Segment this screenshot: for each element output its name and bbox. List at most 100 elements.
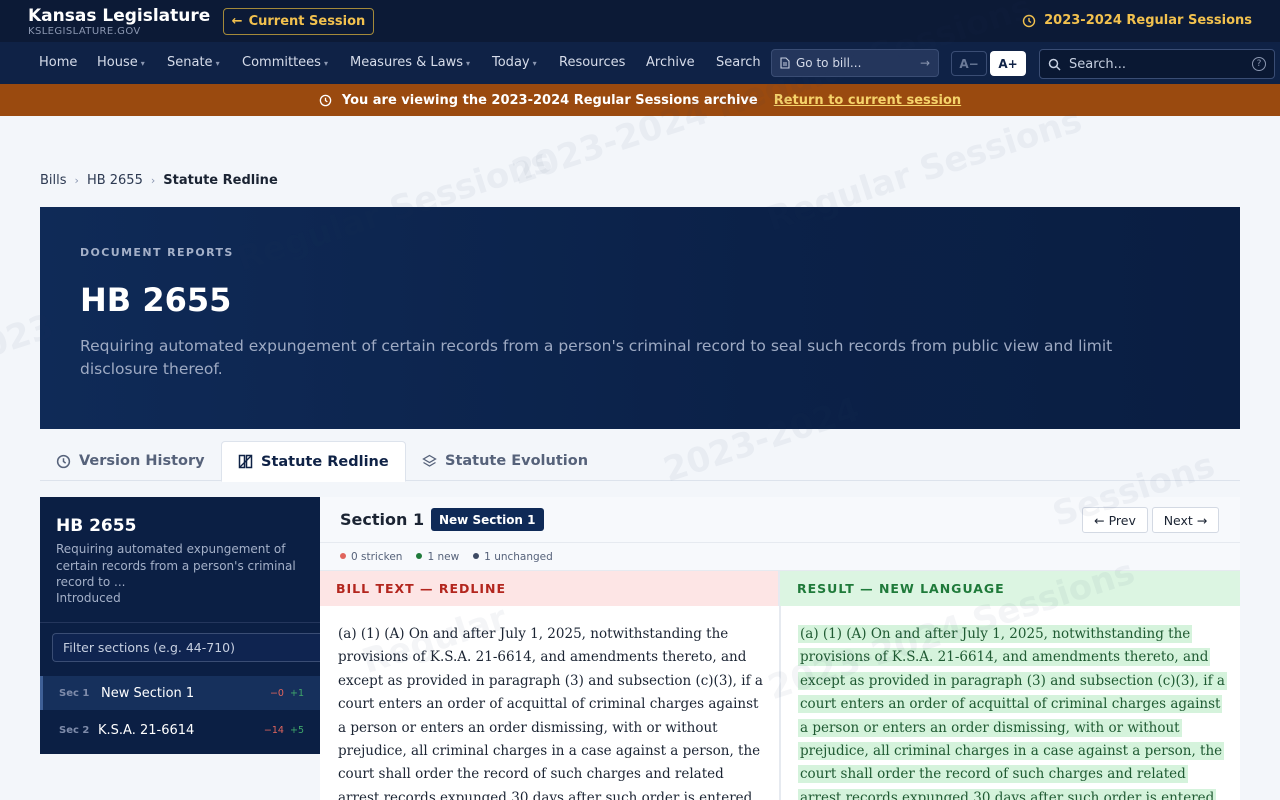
section-header: Section 1 New Section 1 ← Prev Next → (320, 497, 1240, 543)
nav-label: Measures & Laws (350, 55, 464, 70)
archive-message: You are viewing the 2023-2024 Regular Se… (341, 92, 758, 108)
prev-section-button[interactable]: ← Prev (1082, 507, 1148, 533)
nav-house[interactable]: House ▾ (97, 42, 145, 84)
breadcrumb-current: Statute Redline (163, 173, 278, 188)
stricken-dot-icon (340, 552, 346, 559)
stat-unchanged: 1 unchanged (473, 551, 553, 563)
hero-kicker: DOCUMENT REPORTS (80, 246, 234, 259)
nav-archive[interactable]: Archive (646, 42, 695, 84)
session-indicator[interactable]: 2023-2024 Regular Sessions (1022, 13, 1252, 28)
result-text-body: (a) (1) (A) On and after July 1, 2025, n… (798, 623, 1228, 800)
brand-subtitle: KSLEGISLATURE.GOV (28, 26, 141, 37)
filter-placeholder: Filter sections (e.g. 44-710) (63, 640, 236, 655)
session-label: 2023-2024 Regular Sessions (1044, 13, 1252, 28)
document-icon (780, 57, 790, 69)
stat-new: 1 new (416, 551, 459, 563)
nav-today[interactable]: Today ▾ (492, 42, 537, 84)
section-label: New Section 1 (101, 685, 195, 701)
history-icon (319, 94, 332, 106)
bill-description: Requiring automated expungement of certa… (80, 337, 1113, 378)
caret-down-icon: ▾ (215, 59, 220, 68)
current-session-button[interactable]: ← Current Session (223, 8, 374, 35)
added-count: +1 (289, 687, 304, 699)
nav-committees[interactable]: Committees ▾ (242, 42, 328, 84)
breadcrumb-bills[interactable]: Bills (40, 173, 67, 188)
change-stats: 0 stricken 1 new 1 unchanged (320, 543, 1240, 571)
nav-home[interactable]: Home (39, 42, 77, 84)
layers-icon (422, 454, 437, 467)
nav-search[interactable]: Search (716, 42, 761, 84)
tab-label: Statute Redline (261, 453, 389, 470)
result-header: RESULT — NEW LANGUAGE (780, 571, 1240, 606)
sidebar-item-sec-1[interactable]: Sec 1 New Section 1 −0 +1 (40, 676, 320, 710)
stat-stricken: 0 stricken (340, 551, 402, 563)
redline-panel: Section 1 New Section 1 ← Prev Next → 0 … (320, 497, 1240, 800)
breadcrumb: Bills › HB 2655 › Statute Redline (40, 173, 278, 188)
arrow-left-icon: ← (231, 14, 243, 29)
bill-text-header: BILL TEXT — REDLINE (320, 571, 780, 606)
search-icon (1048, 58, 1061, 71)
nav-senate[interactable]: Senate ▾ (167, 42, 220, 84)
next-section-button[interactable]: Next → (1152, 507, 1219, 533)
sidebar-item-sec-2[interactable]: Sec 2 K.S.A. 21-6614 −14 +5 (40, 713, 320, 747)
return-current-session-link[interactable]: Return to current session (774, 93, 961, 108)
tab-label: Version History (79, 453, 205, 469)
tab-label: Statute Evolution (445, 453, 589, 469)
stat-label: 0 stricken (351, 550, 403, 563)
sidebar-divider (40, 622, 320, 623)
section-badge: New Section 1 (431, 508, 544, 531)
stricken-count: −14 (263, 724, 284, 736)
stat-label: 1 new (427, 550, 460, 563)
tab-version-history[interactable]: Version History (56, 441, 205, 481)
stricken-count: −0 (269, 687, 284, 699)
history-icon (1022, 14, 1036, 27)
sidebar-bill-title: HB 2655 (56, 516, 137, 536)
nav-label: Search (716, 55, 761, 70)
archive-banner: You are viewing the 2023-2024 Regular Se… (0, 84, 1280, 116)
nav-label: House (97, 55, 138, 70)
sidebar-bill-description: Requiring automated expungement of certa… (56, 542, 296, 589)
nav-resources[interactable]: Resources (559, 42, 625, 84)
added-count: +5 (289, 724, 304, 736)
top-bar: Kansas Legislature KSLEGISLATURE.GOV ← C… (0, 0, 1280, 42)
main-nav: Home House ▾ Senate ▾ Committees ▾ Measures… (0, 42, 1280, 84)
chevron-right-icon: › (150, 174, 156, 187)
page-title: HB 2655 (80, 281, 232, 319)
caret-down-icon: ▾ (323, 59, 328, 68)
section-filter-input[interactable]: Filter sections (e.g. 44-710) (52, 633, 320, 662)
arrow-right-icon[interactable]: → (920, 56, 930, 70)
caret-down-icon: ▾ (140, 59, 145, 68)
section-number: Sec 2 (59, 724, 90, 736)
new-language-highlight: (a) (1) (A) On and after July 1, 2025, n… (798, 625, 1227, 800)
nav-label: Today (492, 55, 530, 70)
sidebar-bill-status: Introduced (56, 591, 121, 605)
section-sidebar: HB 2655 Requiring automated expungement … (40, 497, 320, 754)
bill-text-body: (a) (1) (A) On and after July 1, 2025, n… (338, 626, 763, 800)
font-increase-button[interactable]: A+ (990, 51, 1026, 76)
brand-title[interactable]: Kansas Legislature (28, 6, 210, 26)
goto-bill-input[interactable]: Go to bill... → (771, 49, 939, 77)
chevron-right-icon: › (74, 174, 79, 187)
nav-label: Home (39, 55, 78, 70)
goto-bill-placeholder: Go to bill... (796, 56, 862, 70)
new-dot-icon (416, 552, 423, 559)
search-placeholder: Search... (1069, 56, 1127, 72)
nav-label: Committees (242, 55, 321, 70)
column-divider (779, 606, 781, 800)
font-decrease-button[interactable]: A− (951, 51, 987, 76)
current-session-label: Current Session (248, 14, 366, 29)
nav-label: Senate (167, 55, 213, 70)
tab-statute-evolution[interactable]: Statute Evolution (422, 441, 588, 481)
redline-icon (238, 454, 253, 469)
help-icon[interactable]: ? (1252, 57, 1266, 71)
tab-statute-redline[interactable]: Statute Redline (221, 441, 406, 482)
search-input[interactable]: Search... ? (1039, 49, 1275, 79)
nav-measures-laws[interactable]: Measures & Laws ▾ (350, 42, 470, 84)
breadcrumb-bill[interactable]: HB 2655 (87, 173, 143, 188)
stat-label: 1 unchanged (484, 550, 553, 563)
nav-label: Archive (646, 55, 695, 70)
report-tabs: Version History Statute Redline Statute … (40, 441, 1240, 482)
caret-down-icon: ▾ (532, 59, 537, 68)
caret-down-icon: ▾ (466, 59, 471, 68)
nav-label: Resources (559, 55, 626, 70)
